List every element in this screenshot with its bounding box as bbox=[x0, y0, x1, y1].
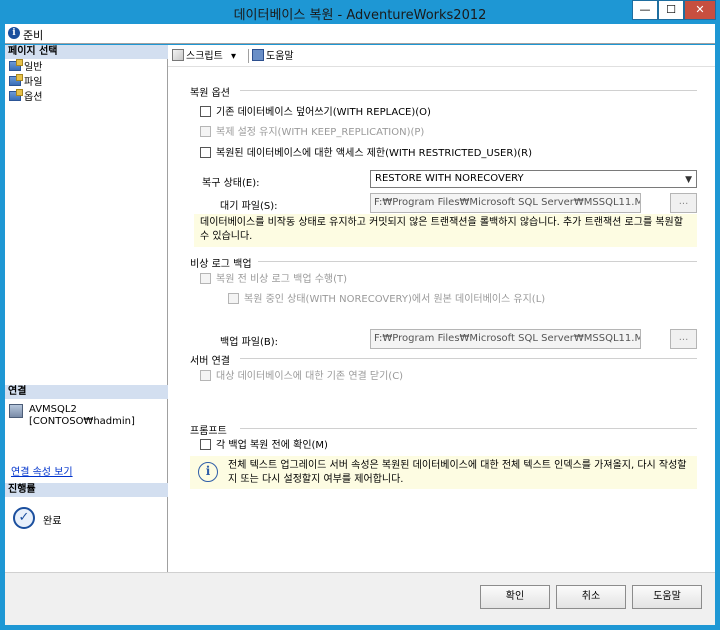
group-divider bbox=[240, 90, 697, 91]
restore-database-window: 데이터베이스 복원 - AdventureWorks2012 — ☐ ✕ i 준… bbox=[0, 0, 720, 630]
recovery-state-value: RESTORE WITH NORECOVERY bbox=[375, 173, 524, 184]
script-button[interactable]: 스크립트 ▾ bbox=[172, 49, 236, 63]
progress-label: 완료 bbox=[43, 516, 62, 527]
page-item-label: 옵션 bbox=[24, 92, 43, 103]
info-icon: i bbox=[198, 462, 218, 482]
checkbox-box bbox=[200, 273, 211, 284]
chevron-down-icon[interactable]: ▾ bbox=[231, 51, 236, 62]
server-name: AVMSQL2 bbox=[29, 404, 77, 415]
script-icon bbox=[172, 49, 184, 61]
page-icon bbox=[9, 74, 23, 86]
checkbox-label: 복원된 데이터베이스에 대한 액세스 제한(WITH RESTRICTED_US… bbox=[216, 148, 532, 159]
maximize-button[interactable]: ☐ bbox=[658, 0, 684, 20]
backup-file-input[interactable]: F:₩Program Files₩Microsoft SQL Server₩MS… bbox=[370, 329, 641, 349]
restricted-user-checkbox[interactable]: 복원된 데이터베이스에 대한 액세스 제한(WITH RESTRICTED_US… bbox=[200, 147, 532, 161]
prompt-title: 프롬프트 bbox=[190, 426, 227, 437]
chevron-down-icon[interactable]: ▼ bbox=[685, 172, 692, 188]
page-select-header: 페이지 선택 bbox=[5, 45, 168, 59]
page-item-label: 일반 bbox=[24, 62, 43, 73]
checkbox-box[interactable] bbox=[200, 439, 211, 450]
connection-header: 연결 bbox=[5, 385, 168, 399]
keep-replication-checkbox: 복제 설정 유지(WITH KEEP_REPLICATION)(P) bbox=[200, 126, 424, 140]
page-item-label: 파일 bbox=[24, 77, 43, 88]
check-icon: ✓ bbox=[13, 507, 35, 529]
group-divider bbox=[240, 428, 697, 429]
help-icon bbox=[252, 49, 264, 61]
toolbar-separator bbox=[248, 49, 249, 63]
server-user: [CONTOSO₩hadmin] bbox=[29, 416, 135, 427]
leave-norecovery-checkbox: 복원 중인 상태(WITH NORECOVERY)에서 원본 데이터베이스 유지… bbox=[228, 293, 545, 307]
checkbox-label: 복제 설정 유지(WITH KEEP_REPLICATION)(P) bbox=[216, 127, 425, 138]
help-button[interactable]: 도움말 bbox=[632, 585, 702, 609]
minimize-button[interactable]: — bbox=[632, 0, 658, 20]
status-text: 준비 bbox=[23, 29, 44, 42]
toolbar: 스크립트 ▾ 도움말 bbox=[168, 45, 715, 67]
close-button[interactable]: ✕ bbox=[684, 0, 716, 20]
standby-file-input[interactable]: F:₩Program Files₩Microsoft SQL Server₩MS… bbox=[370, 193, 641, 213]
group-divider bbox=[240, 358, 697, 359]
options-panel: 스크립트 ▾ 도움말 복원 옵션 기존 데이터베이스 덮어쓰기(WITH REP… bbox=[168, 45, 715, 572]
server-connections-title: 서버 연결 bbox=[190, 356, 230, 367]
page-item-general[interactable]: 일반 bbox=[9, 59, 43, 75]
page-icon bbox=[9, 59, 23, 71]
view-connection-properties-link[interactable]: 연결 속성 보기 bbox=[11, 463, 73, 478]
recovery-state-label: 복구 상태(E): bbox=[202, 178, 260, 189]
checkbox-box[interactable] bbox=[200, 147, 211, 158]
checkbox-box bbox=[228, 293, 239, 304]
standby-file-label: 대기 파일(S): bbox=[220, 201, 278, 212]
help-label: 도움말 bbox=[266, 51, 294, 62]
help-toolbar-button[interactable]: 도움말 bbox=[252, 49, 294, 63]
progress-header: 진행률 bbox=[5, 483, 168, 497]
checkbox-label: 복원 중인 상태(WITH NORECOVERY)에서 원본 데이터베이스 유지… bbox=[244, 294, 546, 305]
tail-log-backup-checkbox: 복원 전 비상 로그 백업 수행(T) bbox=[200, 273, 347, 287]
ok-button[interactable]: 확인 bbox=[480, 585, 550, 609]
checkbox-label: 각 백업 복원 전에 확인(M) bbox=[216, 440, 328, 451]
group-divider bbox=[258, 261, 697, 262]
left-panel: 페이지 선택 일반 파일 옵션 연결 AVMSQL2 [CONTOSO₩hadm… bbox=[5, 45, 168, 572]
overwrite-checkbox[interactable]: 기존 데이터베이스 덮어쓰기(WITH REPLACE)(O) bbox=[200, 106, 431, 120]
page-item-files[interactable]: 파일 bbox=[9, 74, 43, 90]
recovery-note: 데이터베이스를 비작동 상태로 유지하고 커밋되지 않은 트랜잭션을 롤백하지 … bbox=[194, 214, 697, 247]
page-item-options[interactable]: 옵션 bbox=[9, 89, 43, 105]
recovery-state-select[interactable]: RESTORE WITH NORECOVERY ▼ bbox=[370, 170, 697, 188]
confirm-each-backup-checkbox[interactable]: 각 백업 복원 전에 확인(M) bbox=[200, 439, 328, 453]
close-connections-checkbox: 대상 데이터베이스에 대한 기존 연결 닫기(C) bbox=[200, 370, 403, 384]
page-icon bbox=[9, 89, 23, 101]
checkbox-label: 기존 데이터베이스 덮어쓰기(WITH REPLACE)(O) bbox=[216, 107, 431, 118]
standby-browse-button[interactable]: ... bbox=[670, 193, 697, 213]
server-icon bbox=[9, 404, 23, 418]
backup-file-label: 백업 파일(B): bbox=[220, 337, 279, 348]
fulltext-info-note: i 전체 텍스트 업그레이드 서버 속성은 복원된 데이터베이스에 대한 전체 … bbox=[190, 456, 697, 489]
cancel-button[interactable]: 취소 bbox=[556, 585, 626, 609]
button-bar: 확인 취소 도움말 bbox=[5, 572, 715, 625]
script-label: 스크립트 bbox=[186, 51, 223, 62]
status-bar: i 준비 bbox=[5, 24, 715, 44]
info-icon: i bbox=[8, 27, 20, 39]
backup-browse-button[interactable]: ... bbox=[670, 329, 697, 349]
checkbox-box bbox=[200, 126, 211, 137]
title-bar: 데이터베이스 복원 - AdventureWorks2012 — ☐ ✕ bbox=[0, 0, 720, 24]
checkbox-box bbox=[200, 370, 211, 381]
checkbox-box[interactable] bbox=[200, 106, 211, 117]
checkbox-label: 대상 데이터베이스에 대한 기존 연결 닫기(C) bbox=[216, 371, 404, 382]
window-title: 데이터베이스 복원 - AdventureWorks2012 bbox=[233, 8, 487, 23]
fulltext-info-text: 전체 텍스트 업그레이드 서버 속성은 복원된 데이터베이스에 대한 전체 텍스… bbox=[228, 460, 687, 485]
tail-log-title: 비상 로그 백업 bbox=[190, 259, 252, 270]
restore-options-title: 복원 옵션 bbox=[190, 88, 230, 99]
checkbox-label: 복원 전 비상 로그 백업 수행(T) bbox=[216, 274, 348, 285]
